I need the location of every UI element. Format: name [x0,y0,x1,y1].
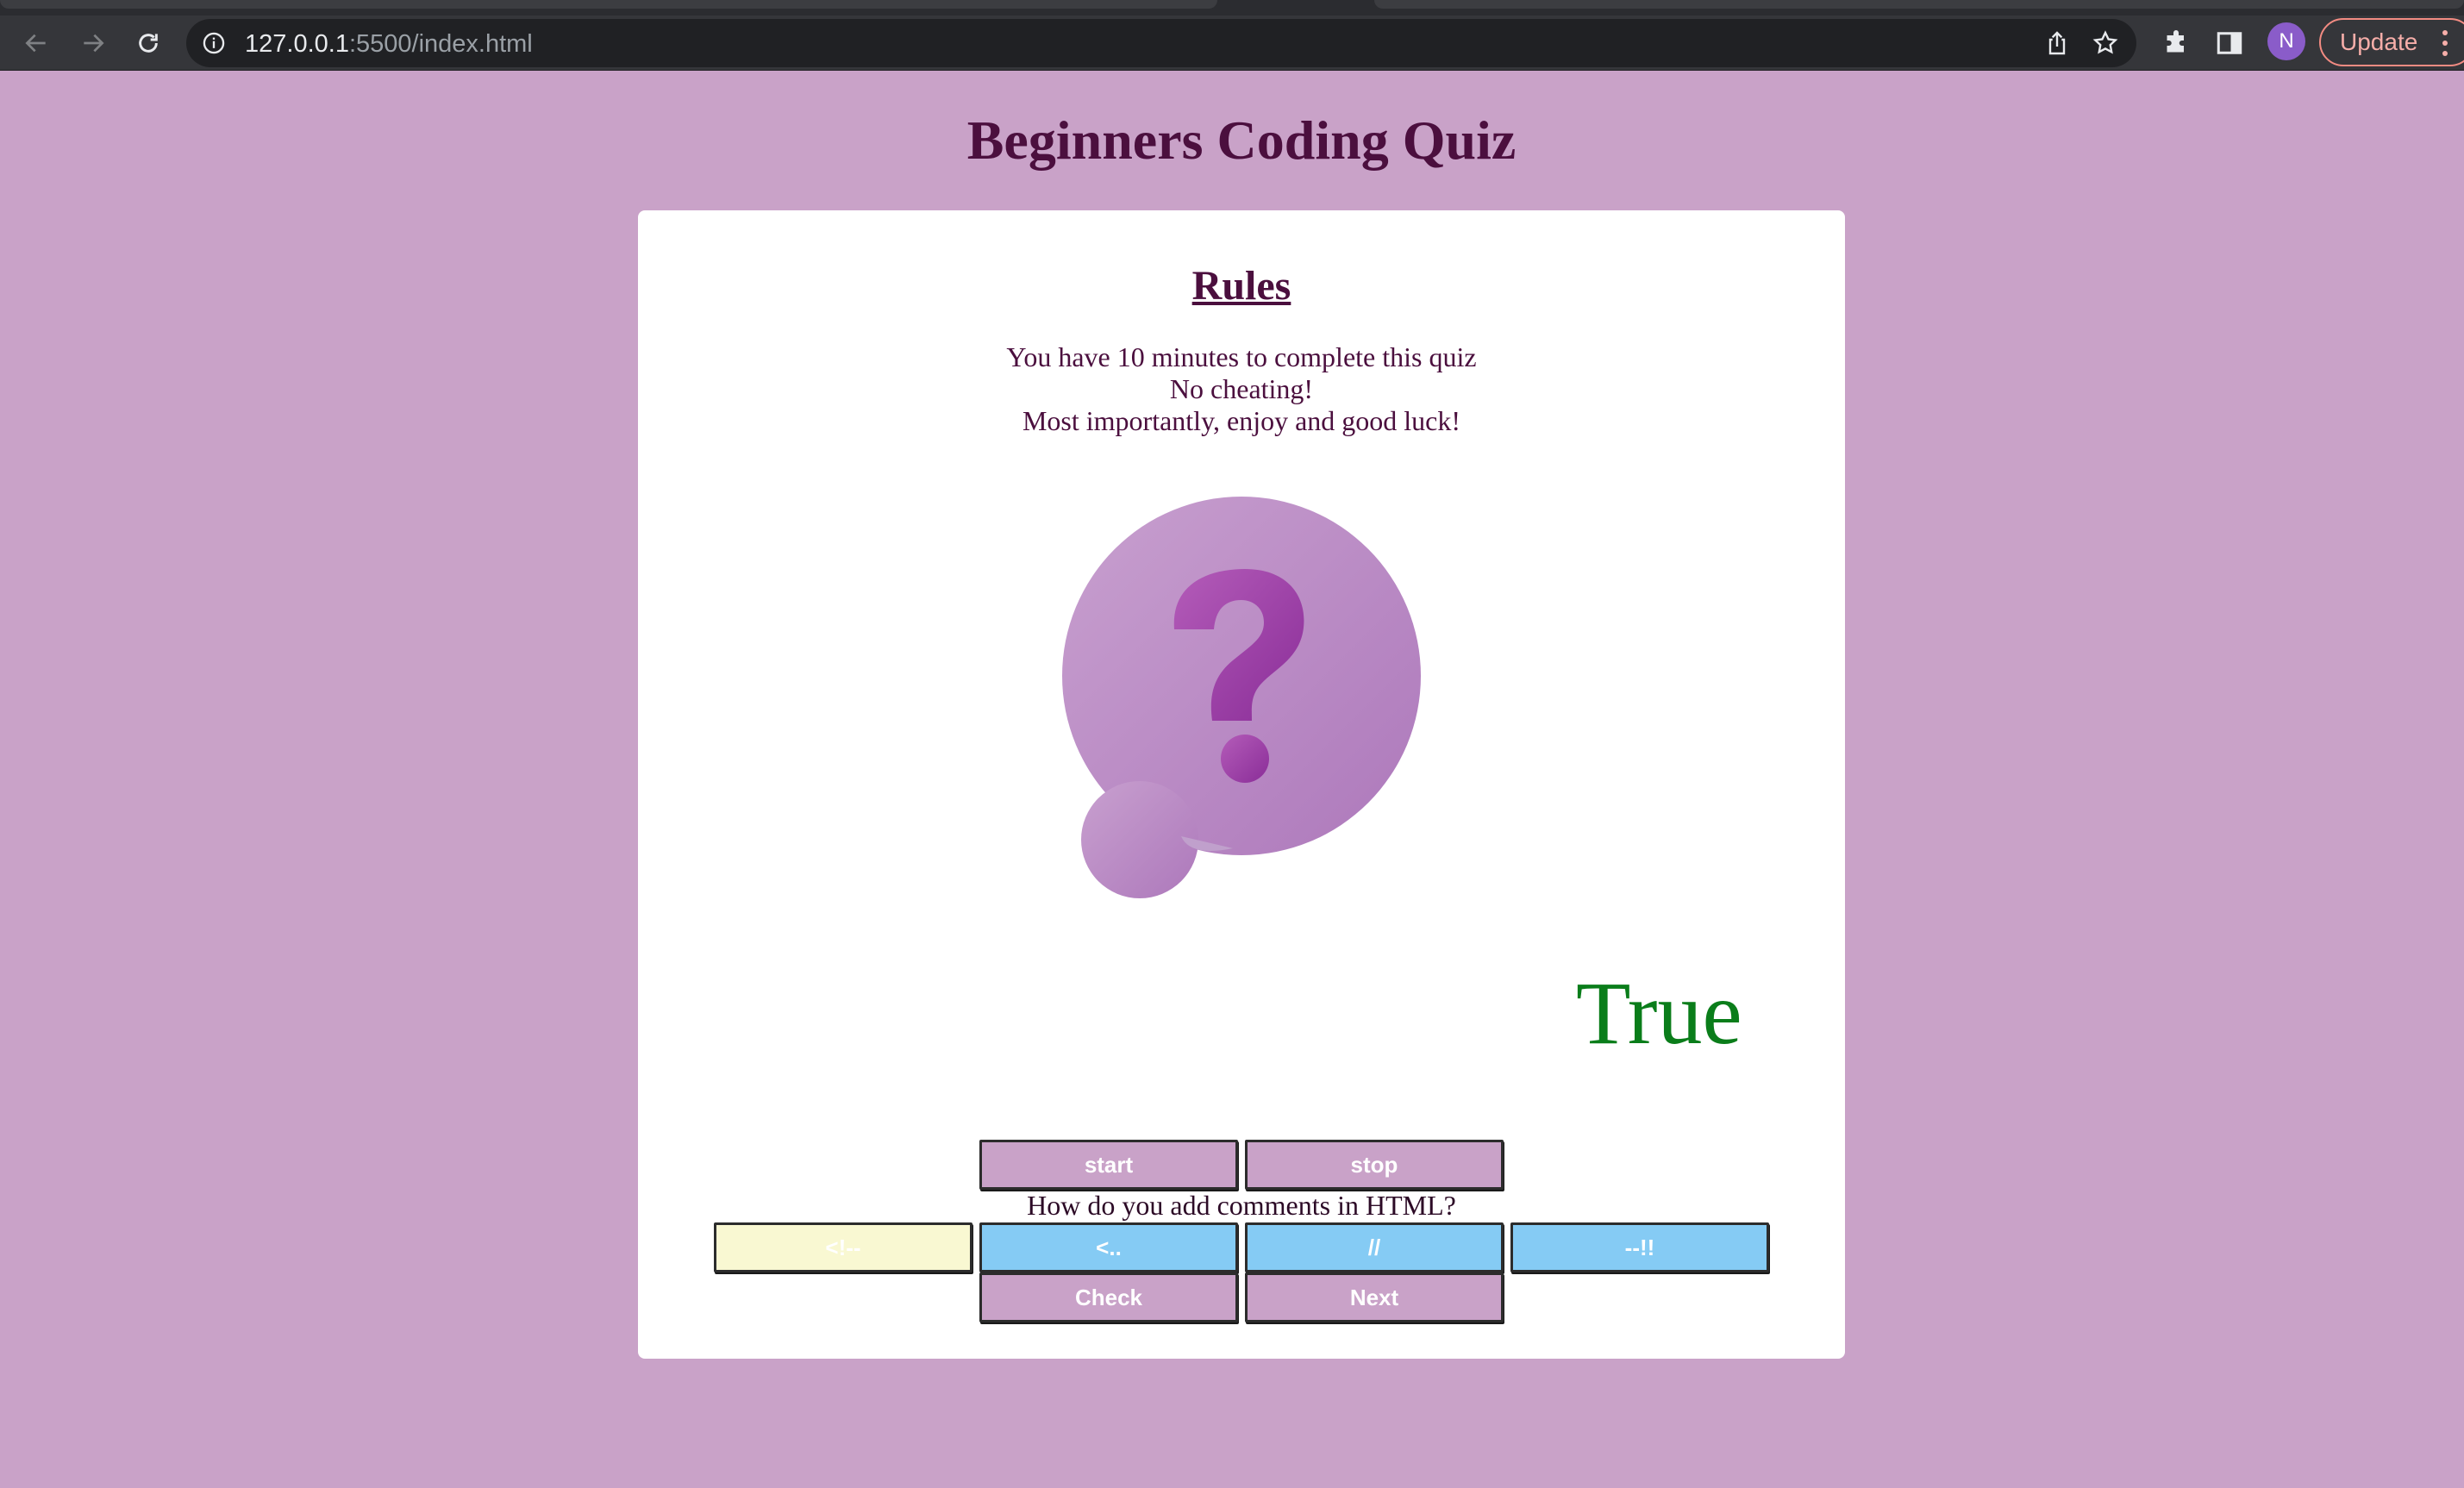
reload-icon[interactable] [131,26,166,60]
browser-tab[interactable] [1374,0,2464,9]
browser-toolbar: 127.0.0.1:5500/index.html [0,16,2464,71]
address-url[interactable]: 127.0.0.1:5500/index.html [245,30,533,59]
rules-line: No cheating! [1169,373,1314,404]
forward-arrow-icon[interactable] [76,26,110,60]
rules-heading: Rules [1191,263,1291,309]
extensions-icon[interactable] [2161,28,2192,59]
profile-avatar[interactable]: N [2267,22,2305,60]
answer-option-1[interactable]: <!-- [714,1222,972,1272]
info-icon[interactable] [202,31,226,55]
rules-line: Most importantly, enjoy and good luck! [1022,405,1461,436]
start-button[interactable]: start [979,1140,1238,1190]
side-panel-icon[interactable] [2214,28,2245,59]
address-bar[interactable]: 127.0.0.1:5500/index.html [186,19,2136,67]
answer-option-2[interactable]: <.. [979,1222,1238,1272]
answer-option-4[interactable]: --!! [1510,1222,1769,1272]
browser-tab-strip [0,0,2464,16]
next-button[interactable]: Next [1245,1272,1504,1322]
answer-result: True [1576,964,1742,1063]
check-button[interactable]: Check [979,1272,1238,1322]
update-label: Update [2340,28,2418,55]
quiz-card: Rules You have 10 minutes to complete th… [638,210,1845,1359]
browser-tab[interactable] [0,0,1217,9]
menu-dots-icon[interactable] [2442,26,2448,60]
stop-button[interactable]: stop [1245,1140,1504,1190]
star-icon[interactable] [2092,29,2119,57]
url-path: :5500/index.html [348,30,533,58]
answer-option-3[interactable]: // [1245,1222,1504,1272]
share-icon[interactable] [2043,29,2071,57]
page-title: Beginners Coding Quiz [966,109,1517,171]
rules-text: You have 10 minutes to complete this qui… [638,341,1845,437]
url-host: 127.0.0.1 [245,30,349,58]
question-text: How do you add comments in HTML? [1027,1190,1456,1221]
rules-line: You have 10 minutes to complete this qui… [1006,341,1477,372]
question-mark-bubble-icon [1060,495,1423,909]
back-arrow-icon[interactable] [19,26,53,60]
